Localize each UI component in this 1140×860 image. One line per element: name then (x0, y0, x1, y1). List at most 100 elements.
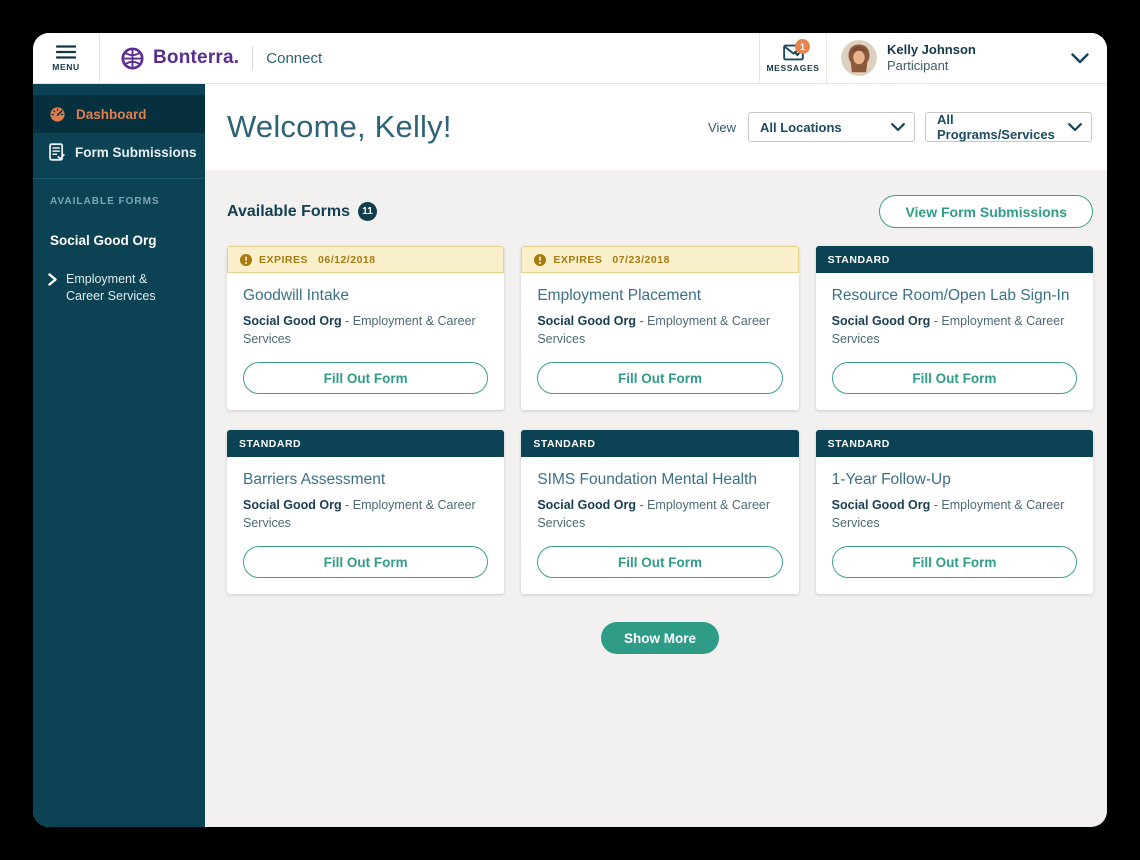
show-more-wrap: Show More (227, 622, 1093, 654)
content-area: Available Forms 11 View Form Submissions… (205, 195, 1107, 654)
main-area: Welcome, Kelly! View All Locations All P… (205, 84, 1107, 827)
card-standard-header: STANDARD (816, 246, 1093, 273)
card-body: Barriers Assessment Social Good Org - Em… (227, 457, 504, 594)
chevron-down-icon[interactable] (1071, 53, 1089, 64)
form-title: Goodwill Intake (243, 287, 488, 305)
forms-grid: EXPIRES 06/12/2018 Goodwill Intake Socia… (227, 246, 1093, 594)
chevron-right-icon (48, 273, 57, 305)
card-body: 1-Year Follow-Up Social Good Org - Emplo… (816, 457, 1093, 594)
sidebar-org-name: Social Good Org (33, 207, 205, 248)
form-title: SIMS Foundation Mental Health (537, 471, 782, 489)
show-more-button[interactable]: Show More (601, 622, 719, 654)
view-controls: View All Locations All Programs/Services (708, 112, 1092, 142)
form-title: Barriers Assessment (243, 471, 488, 489)
sidebar-item-dashboard[interactable]: Dashboard (33, 95, 205, 133)
form-org-line: Social Good Org - Employment & Career Se… (537, 313, 782, 348)
top-header: MENU Bonterra. Connect 1 (33, 33, 1107, 84)
form-card: STANDARD Resource Room/Open Lab Sign-In … (816, 246, 1093, 410)
welcome-band: Welcome, Kelly! View All Locations All P… (205, 84, 1107, 170)
brand-divider (252, 46, 253, 70)
locations-select-value: All Locations (760, 120, 842, 135)
alert-icon (534, 254, 546, 266)
view-label: View (708, 120, 736, 135)
available-forms-title: Available Forms (227, 203, 350, 221)
card-body: Resource Room/Open Lab Sign-In Social Go… (816, 273, 1093, 410)
brand: Bonterra. Connect (100, 33, 322, 83)
user-names: Kelly Johnson Participant (887, 42, 976, 75)
menu-label: MENU (52, 62, 79, 72)
form-org: Social Good Org (243, 498, 342, 512)
card-body: SIMS Foundation Mental Health Social Goo… (521, 457, 798, 594)
form-org-line: Social Good Org - Employment & Career Se… (832, 313, 1077, 348)
user-menu[interactable]: Kelly Johnson Participant (827, 33, 1107, 83)
page-title: Welcome, Kelly! (227, 109, 452, 145)
sidebar-program-label: Employment & Career Services (66, 271, 166, 305)
forms-count-badge: 11 (358, 202, 377, 221)
header-spacer (322, 33, 759, 83)
messages-button[interactable]: 1 MESSAGES (759, 33, 827, 83)
card-standard-header: STANDARD (816, 430, 1093, 457)
user-role: Participant (887, 58, 976, 74)
sidebar-item-employment-career-services[interactable]: Employment & Career Services (33, 248, 205, 305)
form-org: Social Good Org (832, 314, 931, 328)
avatar (841, 40, 877, 76)
fill-out-form-button[interactable]: Fill Out Form (832, 546, 1077, 578)
programs-select[interactable]: All Programs/Services (925, 112, 1092, 142)
form-card: EXPIRES 06/12/2018 Goodwill Intake Socia… (227, 246, 504, 410)
form-card: STANDARD 1-Year Follow-Up Social Good Or… (816, 430, 1093, 594)
form-org: Social Good Org (243, 314, 342, 328)
menu-button[interactable]: MENU (33, 33, 100, 83)
fill-out-form-button[interactable]: Fill Out Form (243, 362, 488, 394)
messages-count-badge: 1 (795, 39, 810, 54)
forms-header: Available Forms 11 View Form Submissions (227, 195, 1093, 228)
locations-select[interactable]: All Locations (748, 112, 915, 142)
sidebar-item-form-submissions[interactable]: Form Submissions (33, 133, 205, 171)
card-expires-header: EXPIRES 06/12/2018 (227, 246, 504, 273)
view-form-submissions-button[interactable]: View Form Submissions (879, 195, 1093, 228)
app-window: MENU Bonterra. Connect 1 (33, 33, 1107, 827)
dashboard-gauge-icon (49, 106, 66, 123)
fill-out-form-button[interactable]: Fill Out Form (537, 362, 782, 394)
form-org: Social Good Org (832, 498, 931, 512)
form-org-line: Social Good Org - Employment & Career Se… (243, 497, 488, 532)
card-expires-header: EXPIRES 07/23/2018 (521, 246, 798, 273)
messages-label: MESSAGES (767, 63, 820, 73)
card-expire-date: 07/23/2018 (612, 254, 670, 266)
available-forms-section-title: AVAILABLE FORMS (33, 179, 205, 207)
card-badge-label: STANDARD (828, 254, 890, 266)
form-org: Social Good Org (537, 498, 636, 512)
card-body: Goodwill Intake Social Good Org - Employ… (227, 273, 504, 410)
card-expire-date: 06/12/2018 (318, 254, 376, 266)
sidebar-item-label: Dashboard (76, 107, 147, 122)
hamburger-icon (56, 45, 76, 59)
form-title: 1-Year Follow-Up (832, 471, 1077, 489)
fill-out-form-button[interactable]: Fill Out Form (243, 546, 488, 578)
form-card: STANDARD SIMS Foundation Mental Health S… (521, 430, 798, 594)
form-title: Resource Room/Open Lab Sign-In (832, 287, 1077, 305)
fill-out-form-button[interactable]: Fill Out Form (537, 546, 782, 578)
card-badge-label: STANDARD (239, 438, 301, 450)
form-org: Social Good Org (537, 314, 636, 328)
chevron-down-icon (1068, 123, 1082, 132)
brand-name: Bonterra. (153, 47, 239, 69)
form-card: STANDARD Barriers Assessment Social Good… (227, 430, 504, 594)
card-standard-header: STANDARD (227, 430, 504, 457)
form-org-line: Social Good Org - Employment & Career Se… (537, 497, 782, 532)
form-org-line: Social Good Org - Employment & Career Se… (832, 497, 1077, 532)
programs-select-value: All Programs/Services (937, 112, 1062, 142)
card-badge-label: EXPIRES (553, 254, 602, 266)
form-org-line: Social Good Org - Employment & Career Se… (243, 313, 488, 348)
form-check-icon (49, 143, 65, 161)
fill-out-form-button[interactable]: Fill Out Form (832, 362, 1077, 394)
card-badge-label: EXPIRES (259, 254, 308, 266)
form-card: EXPIRES 07/23/2018 Employment Placement … (521, 246, 798, 410)
bonterra-logo-icon (120, 46, 145, 71)
card-badge-label: STANDARD (533, 438, 595, 450)
alert-icon (240, 254, 252, 266)
card-body: Employment Placement Social Good Org - E… (521, 273, 798, 410)
user-name: Kelly Johnson (887, 42, 976, 58)
form-title: Employment Placement (537, 287, 782, 305)
product-name: Connect (266, 50, 322, 67)
sidebar-item-label: Form Submissions (75, 145, 197, 160)
chevron-down-icon (891, 123, 905, 132)
